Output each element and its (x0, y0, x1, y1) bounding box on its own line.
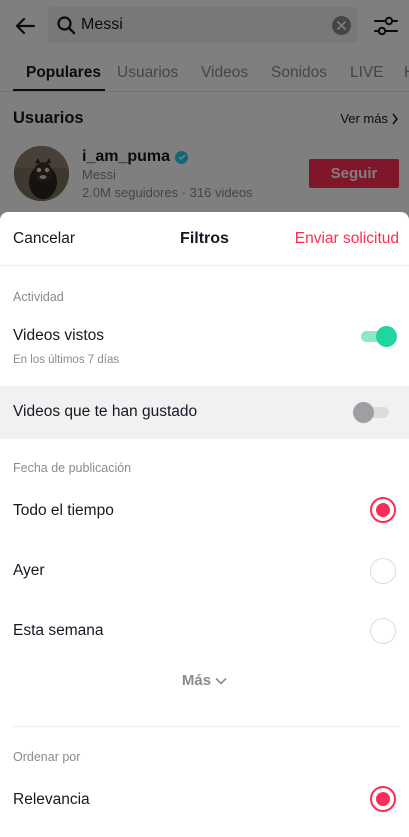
activity-section-label: Actividad (13, 290, 64, 304)
more-options-label: Más (181, 672, 212, 689)
sort-option-relevance-radio[interactable] (370, 786, 396, 812)
chevron-down-icon (215, 677, 227, 685)
date-option-yesterday-radio[interactable] (370, 558, 396, 584)
watched-videos-label: Videos vistos (13, 327, 105, 344)
date-option-yesterday-label: Ayer (13, 562, 45, 579)
date-option-yesterday[interactable] (0, 544, 409, 596)
date-option-all-time-radio[interactable] (370, 497, 396, 523)
filters-sheet: Cancelar Filtros Enviar solicitud Activi… (0, 212, 409, 837)
section-divider (13, 726, 399, 727)
sort-section-label: Ordenar por (13, 750, 81, 764)
watched-videos-row[interactable] (0, 314, 409, 384)
cancel-button[interactable]: Cancelar (13, 230, 75, 248)
date-option-this-week-radio[interactable] (370, 618, 396, 644)
liked-videos-toggle[interactable] (353, 402, 389, 423)
date-section-label: Fecha de publicación (13, 461, 132, 475)
liked-videos-label: Videos que te han gustado (13, 403, 198, 420)
date-option-all-time-label: Todo el tiempo (13, 502, 114, 519)
sheet-header: Cancelar Filtros Enviar solicitud (0, 212, 409, 266)
more-options-button[interactable]: Más (0, 672, 409, 689)
watched-videos-toggle[interactable] (361, 326, 397, 347)
sort-option-relevance-label: Relevancia (13, 791, 90, 808)
watched-videos-sub: En los últimos 7 días (13, 354, 120, 366)
date-option-this-week-label: Esta semana (13, 622, 104, 639)
submit-request-button[interactable]: Enviar solicitud (295, 230, 399, 248)
sheet-title: Filtros (180, 230, 229, 247)
